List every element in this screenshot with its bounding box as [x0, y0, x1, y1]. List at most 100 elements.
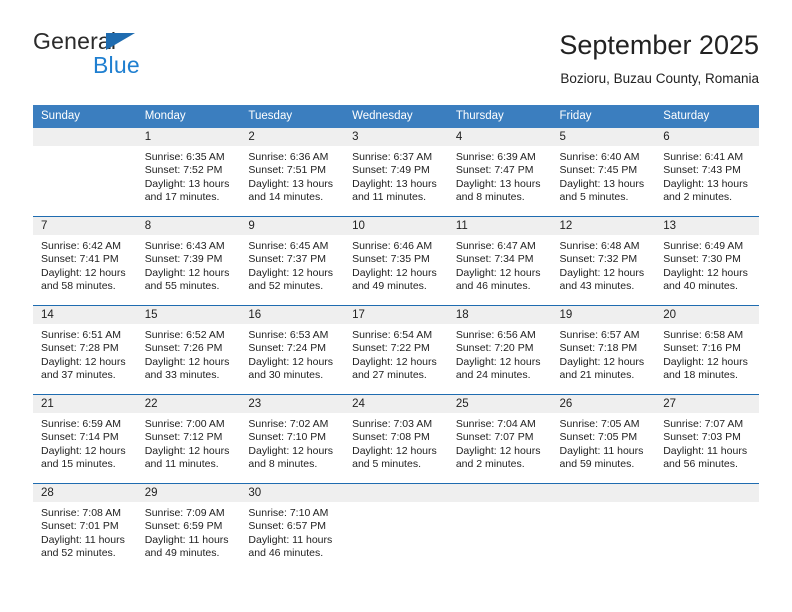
sunrise-text: Sunrise: 7:02 AM [248, 418, 329, 430]
calendar-day-cell[interactable]: 13 Sunrise: 6:49 AM Sunset: 7:30 PM Dayligh… [655, 216, 759, 306]
daylight-text: Daylight: 11 hours [248, 533, 333, 546]
day-cell-inner: 13 Sunrise: 6:49 AM Sunset: 7:30 PM Dayligh… [655, 217, 759, 305]
day-cell-inner [551, 484, 656, 572]
day-details: Sunrise: 6:40 AM Sunset: 7:45 PM Daylight:… [552, 146, 656, 205]
sunset-text: Sunset: 7:52 PM [144, 164, 223, 177]
calendar-day-cell[interactable]: 22 Sunrise: 7:00 AM Sunset: 7:12 PM Dayligh… [136, 394, 241, 484]
day-number: 10 [344, 217, 448, 235]
calendar-day-cell[interactable]: 10 Sunrise: 6:46 AM Sunset: 7:35 PM Dayligh… [344, 216, 448, 306]
sunrise-text: Sunrise: 6:35 AM [144, 151, 225, 163]
calendar-day-cell[interactable]: 29 Sunrise: 7:09 AM Sunset: 6:59 PM Dayligh… [136, 483, 241, 572]
calendar-day-cell[interactable]: 16 Sunrise: 6:53 AM Sunset: 7:24 PM Dayligh… [240, 305, 345, 395]
calendar-day-cell[interactable]: 14 Sunrise: 6:51 AM Sunset: 7:28 PM Dayligh… [33, 305, 137, 395]
calendar-day-cell[interactable]: 18 Sunrise: 6:56 AM Sunset: 7:20 PM Dayligh… [447, 305, 552, 395]
calendar-day-cell[interactable]: 28 Sunrise: 7:08 AM Sunset: 7:01 PM Dayligh… [33, 483, 137, 572]
calendar-day-cell[interactable]: 19 Sunrise: 6:57 AM Sunset: 7:18 PM Dayligh… [551, 305, 656, 395]
weekday-header-friday: Friday [551, 105, 656, 128]
daylight-text-cont: and 18 minutes. [663, 369, 738, 382]
day-number [344, 484, 448, 502]
daylight-text: Daylight: 12 hours [248, 266, 334, 279]
daylight-text: Daylight: 12 hours [144, 266, 230, 279]
sunrise-text: Sunrise: 7:05 AM [559, 418, 640, 430]
day-cell-inner: 22 Sunrise: 7:00 AM Sunset: 7:12 PM Dayligh… [136, 395, 241, 483]
calendar-day-cell[interactable]: 11 Sunrise: 6:47 AM Sunset: 7:34 PM Dayligh… [447, 216, 552, 306]
day-cell-inner: 29 Sunrise: 7:09 AM Sunset: 6:59 PM Dayligh… [136, 484, 241, 572]
calendar-day-cell[interactable]: 12 Sunrise: 6:48 AM Sunset: 7:32 PM Dayligh… [551, 216, 656, 306]
daylight-text-cont: and 15 minutes. [41, 458, 116, 471]
day-cell-inner: 2 Sunrise: 6:36 AM Sunset: 7:51 PM Daylight… [240, 128, 345, 216]
calendar-day-cell[interactable]: 23 Sunrise: 7:02 AM Sunset: 7:10 PM Dayligh… [240, 394, 345, 484]
calendar-day-cell[interactable]: 7 Sunrise: 6:42 AM Sunset: 7:41 PM Daylight… [33, 216, 137, 306]
day-number: 28 [33, 484, 137, 502]
day-cell-inner: 11 Sunrise: 6:47 AM Sunset: 7:34 PM Dayligh… [447, 217, 552, 305]
calendar-day-cell[interactable]: 6 Sunrise: 6:41 AM Sunset: 7:43 PM Daylight… [655, 128, 759, 217]
calendar-day-cell[interactable]: 20 Sunrise: 6:58 AM Sunset: 7:16 PM Dayligh… [655, 305, 759, 395]
sunset-text: Sunset: 7:47 PM [455, 164, 534, 177]
calendar-day-cell[interactable]: 4 Sunrise: 6:39 AM Sunset: 7:47 PM Daylight… [447, 128, 552, 217]
calendar-day-cell[interactable]: 5 Sunrise: 6:40 AM Sunset: 7:45 PM Daylight… [551, 128, 656, 217]
daylight-text-cont: and 17 minutes. [144, 191, 220, 204]
calendar-day-cell[interactable]: 30 Sunrise: 7:10 AM Sunset: 6:57 PM Dayligh… [240, 483, 345, 572]
day-cell-inner [655, 484, 759, 572]
daylight-text: Daylight: 12 hours [352, 355, 437, 368]
calendar-day-cell[interactable]: 8 Sunrise: 6:43 AM Sunset: 7:39 PM Daylight… [136, 216, 241, 306]
calendar-day-cell[interactable]: 27 Sunrise: 7:07 AM Sunset: 7:03 PM Dayligh… [655, 394, 759, 484]
sunrise-text: Sunrise: 6:37 AM [352, 151, 433, 163]
calendar-day-cell[interactable]: 24 Sunrise: 7:03 AM Sunset: 7:08 PM Dayligh… [344, 394, 448, 484]
day-details: Sunrise: 7:04 AM Sunset: 7:07 PM Daylight:… [448, 413, 552, 472]
calendar-day-cell[interactable]: 15 Sunrise: 6:52 AM Sunset: 7:26 PM Dayligh… [136, 305, 241, 395]
sunrise-text: Sunrise: 6:52 AM [144, 329, 225, 341]
day-details: Sunrise: 6:51 AM Sunset: 7:28 PM Daylight:… [33, 324, 137, 383]
calendar-day-cell[interactable]: 17 Sunrise: 6:54 AM Sunset: 7:22 PM Dayligh… [344, 305, 448, 395]
day-cell-inner: 23 Sunrise: 7:02 AM Sunset: 7:10 PM Dayligh… [240, 395, 345, 483]
day-number: 17 [344, 306, 448, 324]
daylight-text-cont: and 43 minutes. [559, 280, 635, 293]
day-details: Sunrise: 6:58 AM Sunset: 7:16 PM Daylight:… [655, 324, 759, 383]
day-details: Sunrise: 6:43 AM Sunset: 7:39 PM Daylight:… [137, 235, 241, 294]
calendar-day-cell[interactable]: 1 Sunrise: 6:35 AM Sunset: 7:52 PM Daylight… [136, 128, 241, 217]
day-number [33, 128, 137, 146]
daylight-text-cont: and 46 minutes. [455, 280, 531, 293]
calendar-day-cell[interactable]: 3 Sunrise: 6:37 AM Sunset: 7:49 PM Daylight… [344, 128, 448, 217]
sunset-text: Sunset: 7:43 PM [663, 164, 741, 177]
day-number: 9 [240, 217, 345, 235]
day-number: 2 [240, 128, 345, 146]
sunrise-text: Sunrise: 6:54 AM [352, 329, 433, 341]
day-details: Sunrise: 6:57 AM Sunset: 7:18 PM Daylight:… [552, 324, 656, 383]
day-cell-inner [447, 484, 552, 572]
calendar-empty-cell [33, 128, 137, 217]
page-subtitle: Bozioru, Buzau County, Romania [560, 71, 759, 86]
sunrise-text: Sunrise: 6:49 AM [663, 240, 744, 252]
calendar-day-cell[interactable]: 25 Sunrise: 7:04 AM Sunset: 7:07 PM Dayligh… [447, 394, 552, 484]
weekday-header-monday: Monday [136, 105, 241, 128]
day-cell-inner: 12 Sunrise: 6:48 AM Sunset: 7:32 PM Dayligh… [551, 217, 656, 305]
calendar-day-cell[interactable]: 26 Sunrise: 7:05 AM Sunset: 7:05 PM Dayligh… [551, 394, 656, 484]
day-number: 24 [344, 395, 448, 413]
daylight-text-cont: and 55 minutes. [144, 280, 220, 293]
daylight-text-cont: and 49 minutes. [352, 280, 427, 293]
daylight-text: Daylight: 11 hours [41, 533, 125, 546]
calendar-day-cell[interactable]: 2 Sunrise: 6:36 AM Sunset: 7:51 PM Daylight… [240, 128, 345, 217]
day-cell-inner: 4 Sunrise: 6:39 AM Sunset: 7:47 PM Daylight… [447, 128, 552, 216]
calendar-page: General Blue September 2025 Bozioru, Buz… [0, 0, 792, 612]
daylight-text-cont: and 5 minutes. [559, 191, 629, 204]
sunset-text: Sunset: 7:07 PM [455, 431, 534, 444]
daylight-text-cont: and 40 minutes. [663, 280, 738, 293]
day-details: Sunrise: 7:00 AM Sunset: 7:12 PM Daylight:… [137, 413, 241, 472]
calendar-day-cell[interactable]: 9 Sunrise: 6:45 AM Sunset: 7:37 PM Daylight… [240, 216, 345, 306]
sunrise-text: Sunrise: 6:56 AM [455, 329, 536, 341]
general-blue-logo[interactable]: General Blue [33, 28, 253, 88]
daylight-text-cont: and 52 minutes. [41, 547, 116, 560]
sunrise-text: Sunrise: 6:42 AM [41, 240, 121, 252]
sunrise-text: Sunrise: 7:00 AM [144, 418, 225, 430]
day-cell-inner: 20 Sunrise: 6:58 AM Sunset: 7:16 PM Dayligh… [655, 306, 759, 394]
daylight-text-cont: and 30 minutes. [248, 369, 324, 382]
day-cell-inner: 14 Sunrise: 6:51 AM Sunset: 7:28 PM Dayligh… [33, 306, 137, 394]
day-number [655, 484, 759, 502]
daylight-text-cont: and 14 minutes. [248, 191, 324, 204]
calendar-day-cell[interactable]: 21 Sunrise: 6:59 AM Sunset: 7:14 PM Dayligh… [33, 394, 137, 484]
daylight-text: Daylight: 12 hours [41, 355, 126, 368]
day-details: Sunrise: 7:10 AM Sunset: 6:57 PM Daylight:… [240, 502, 344, 561]
day-details: Sunrise: 6:41 AM Sunset: 7:43 PM Daylight:… [655, 146, 759, 205]
day-number: 4 [447, 128, 552, 146]
